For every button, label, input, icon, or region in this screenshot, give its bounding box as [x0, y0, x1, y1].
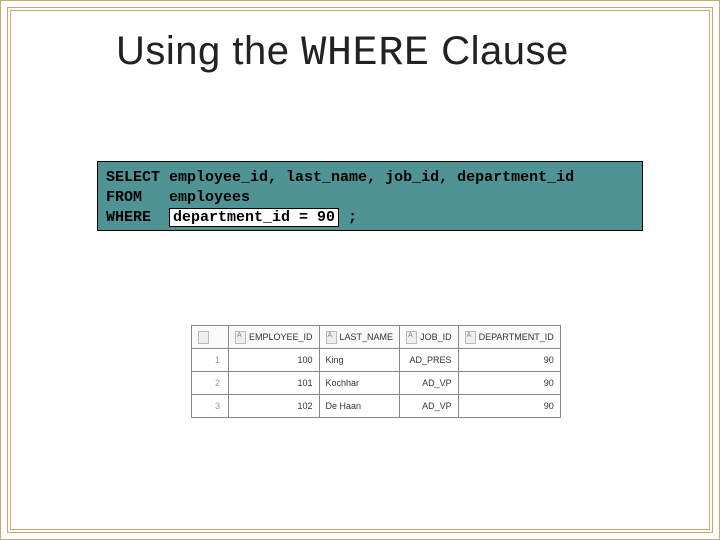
sql-select-cols: employee_id, last_name, job_id, departme…	[169, 169, 574, 186]
sql-select-kw: SELECT	[106, 169, 160, 186]
table-header-row: EMPLOYEE_ID LAST_NAME JOB_ID DEPARTMENT_…	[192, 326, 561, 349]
cell-last-name: De Haan	[319, 395, 400, 418]
cell-rownum: 1	[192, 349, 229, 372]
cell-department-id: 90	[458, 372, 560, 395]
cell-department-id: 90	[458, 349, 560, 372]
col-last-name: LAST_NAME	[319, 326, 400, 349]
column-icon	[326, 331, 337, 344]
col-employee-id: EMPLOYEE_ID	[229, 326, 320, 349]
column-icon	[198, 331, 209, 344]
cell-rownum: 2	[192, 372, 229, 395]
result-table: EMPLOYEE_ID LAST_NAME JOB_ID DEPARTMENT_…	[191, 325, 561, 418]
cell-last-name: King	[319, 349, 400, 372]
col-job-id: JOB_ID	[400, 326, 459, 349]
cell-job-id: AD_VP	[400, 372, 459, 395]
sql-where-condition: department_id = 90	[169, 208, 339, 227]
column-icon	[406, 331, 417, 344]
cell-rownum: 3	[192, 395, 229, 418]
sql-where-kw: WHERE	[106, 209, 151, 226]
title-prefix: Using the	[116, 29, 301, 73]
col-label: LAST_NAME	[340, 331, 394, 341]
cell-job-id: AD_PRES	[400, 349, 459, 372]
cell-job-id: AD_VP	[400, 395, 459, 418]
col-rownum	[192, 326, 229, 349]
col-label: DEPARTMENT_ID	[479, 331, 554, 341]
cell-employee-id: 100	[229, 349, 320, 372]
query-result-panel: EMPLOYEE_ID LAST_NAME JOB_ID DEPARTMENT_…	[191, 325, 561, 418]
sql-terminator: ;	[348, 209, 357, 226]
sql-code-block: SELECT employee_id, last_name, job_id, d…	[97, 161, 643, 231]
sql-from-table: employees	[169, 189, 250, 206]
title-keyword: WHERE	[301, 29, 430, 77]
border-decoration-inner	[10, 10, 710, 530]
cell-last-name: Kochhar	[319, 372, 400, 395]
cell-employee-id: 102	[229, 395, 320, 418]
table-row: 3 102 De Haan AD_VP 90	[192, 395, 561, 418]
col-label: EMPLOYEE_ID	[249, 331, 313, 341]
column-icon	[465, 331, 476, 344]
cell-employee-id: 101	[229, 372, 320, 395]
sql-from-kw: FROM	[106, 189, 142, 206]
title-suffix: Clause	[430, 29, 569, 73]
cell-department-id: 90	[458, 395, 560, 418]
slide-title: Using the WHERE Clause	[116, 29, 569, 77]
column-icon	[235, 331, 246, 344]
col-label: JOB_ID	[420, 331, 452, 341]
table-row: 1 100 King AD_PRES 90	[192, 349, 561, 372]
table-row: 2 101 Kochhar AD_VP 90	[192, 372, 561, 395]
col-department-id: DEPARTMENT_ID	[458, 326, 560, 349]
slide-container: Using the WHERE Clause SELECT employee_i…	[0, 0, 720, 540]
